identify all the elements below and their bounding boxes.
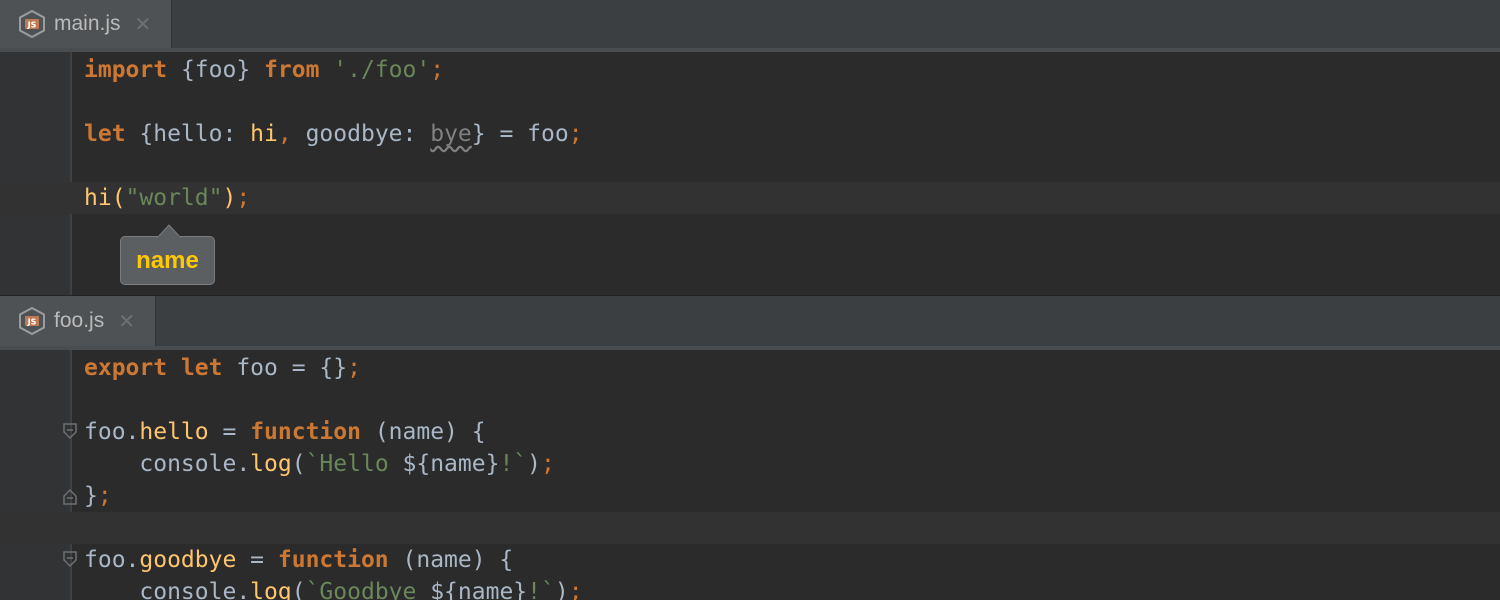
code-line: console.log(`Hello ${name}!`); bbox=[84, 451, 555, 477]
tab-main-js[interactable]: JS main.js ✕ bbox=[0, 0, 172, 48]
svg-text:JS: JS bbox=[27, 318, 37, 327]
code-line: foo.goodbye = function (name) { bbox=[84, 547, 514, 573]
parameter-hint-tooltip: name bbox=[120, 224, 215, 285]
javascript-file-icon: JS bbox=[18, 307, 46, 335]
fold-end-icon[interactable] bbox=[62, 487, 78, 505]
code-line: foo.hello = function (name) { bbox=[84, 419, 486, 445]
close-icon[interactable]: ✕ bbox=[135, 14, 152, 34]
code-line: let {hello: hi, goodbye: bye} = foo; bbox=[84, 121, 583, 147]
foo-js-editor[interactable]: export let foo = {}; foo.hello = functio… bbox=[0, 350, 1500, 600]
svg-text:JS: JS bbox=[27, 21, 37, 30]
unused-variable: bye bbox=[430, 121, 472, 147]
tab-label: foo.js bbox=[54, 309, 105, 332]
tab-foo-js[interactable]: JS foo.js ✕ bbox=[0, 296, 156, 346]
fold-start-icon[interactable] bbox=[62, 551, 78, 569]
current-code-line bbox=[0, 512, 1500, 544]
fold-start-icon[interactable] bbox=[62, 423, 78, 441]
close-icon[interactable]: ✕ bbox=[118, 311, 135, 331]
tooltip-arrow-icon bbox=[157, 224, 181, 238]
tab-label: main.js bbox=[54, 12, 121, 35]
tooltip-label: name bbox=[136, 246, 199, 274]
main-tab-bar: JS main.js ✕ bbox=[0, 0, 1500, 52]
code-line: export let foo = {}; bbox=[84, 355, 361, 381]
current-code-line: hi("world"); bbox=[0, 182, 1500, 214]
code-line: console.log(`Goodbye ${name}!`); bbox=[84, 579, 583, 600]
javascript-file-icon: JS bbox=[18, 10, 46, 38]
code-line: import {foo} from './foo'; bbox=[84, 57, 445, 83]
code-line: }; bbox=[84, 483, 112, 509]
foo-tab-bar: JS foo.js ✕ bbox=[0, 295, 1500, 350]
main-js-editor[interactable]: import {foo} from './foo'; let {hello: h… bbox=[0, 52, 1500, 295]
